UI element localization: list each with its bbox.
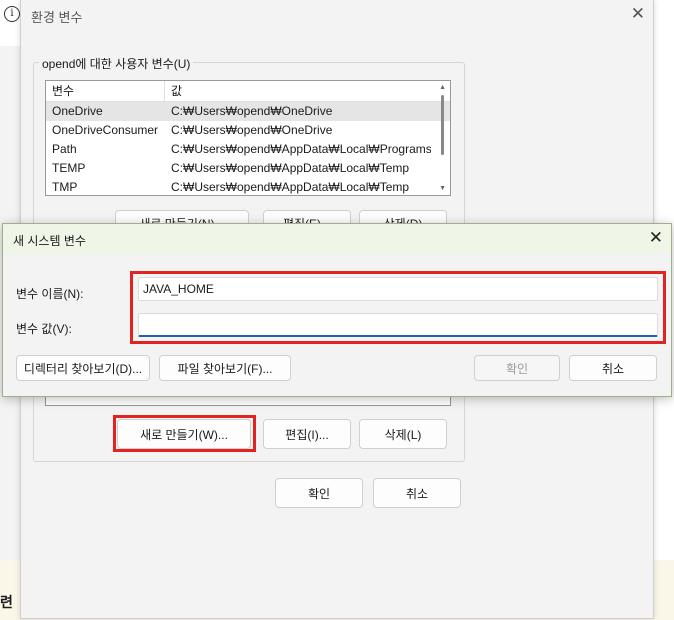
variable-name: TEMP: [52, 161, 86, 175]
list-item[interactable]: Path C:₩Users₩opend₩AppData₩Local₩Progra…: [46, 140, 450, 159]
system-delete-button[interactable]: 삭제(L): [359, 419, 447, 449]
background-footer-text: 련: [0, 594, 13, 610]
variable-value: C:₩Users₩opend₩AppData₩Local₩Temp: [171, 161, 410, 175]
env-dialog-title: 환경 변수: [31, 10, 83, 25]
variable-name: Path: [52, 142, 77, 156]
column-header-value[interactable]: 값: [165, 81, 182, 101]
close-icon[interactable]: ✕: [649, 228, 663, 248]
highlight-new-button: [113, 415, 256, 452]
variable-name: OneDrive: [52, 104, 103, 118]
ok-button[interactable]: 확인: [474, 355, 560, 381]
variable-value: C:₩Users₩opend₩AppData₩Local₩Programs...: [171, 142, 431, 156]
list-item[interactable]: OneDrive C:₩Users₩opend₩OneDrive: [46, 102, 450, 121]
list-header: 변수 값: [46, 81, 450, 102]
scrollbar-thumb[interactable]: [441, 95, 444, 155]
variable-name: TMP: [52, 180, 78, 194]
variable-name: OneDriveConsumer: [52, 123, 159, 137]
browse-file-button[interactable]: 파일 찾아보기(F)...: [159, 355, 291, 381]
ok-button[interactable]: 확인: [275, 478, 363, 508]
dialog-titlebar[interactable]: 새 시스템 변수 ✕: [3, 224, 671, 254]
cancel-button[interactable]: 취소: [569, 355, 657, 381]
variable-value-label: 변수 값(V):: [16, 322, 72, 336]
user-variables-list[interactable]: 변수 값 OneDrive C:₩Users₩opend₩OneDrive On…: [45, 80, 451, 196]
new-var-dialog-title: 새 시스템 변수: [13, 234, 86, 248]
highlight-input-fields: [130, 271, 666, 344]
variable-value: C:₩Users₩opend₩AppData₩Local₩Temp: [171, 180, 410, 194]
scroll-down-icon[interactable]: ▼: [439, 185, 446, 192]
list-item[interactable]: TMP C:₩Users₩opend₩AppData₩Local₩Temp: [46, 178, 450, 195]
variable-name-label: 변수 이름(N):: [16, 287, 84, 301]
list-item[interactable]: TEMP C:₩Users₩opend₩AppData₩Local₩Temp: [46, 159, 450, 178]
browse-directory-button[interactable]: 디렉터리 찾아보기(D)...: [16, 355, 150, 381]
variable-value: C:₩Users₩opend₩OneDrive: [171, 123, 333, 137]
system-edit-button[interactable]: 편집(I)...: [263, 419, 351, 449]
cancel-button[interactable]: 취소: [373, 478, 461, 508]
user-variables-group-label: opend에 대한 사용자 변수(U): [39, 55, 194, 72]
scroll-up-icon[interactable]: ▲: [439, 84, 446, 91]
close-icon[interactable]: ✕: [631, 4, 645, 24]
list-item[interactable]: OneDriveConsumer C:₩Users₩opend₩OneDrive: [46, 121, 450, 140]
column-header-variable[interactable]: 변수: [46, 81, 165, 101]
info-icon: i: [4, 6, 20, 22]
variable-value: C:₩Users₩opend₩OneDrive: [171, 104, 333, 118]
